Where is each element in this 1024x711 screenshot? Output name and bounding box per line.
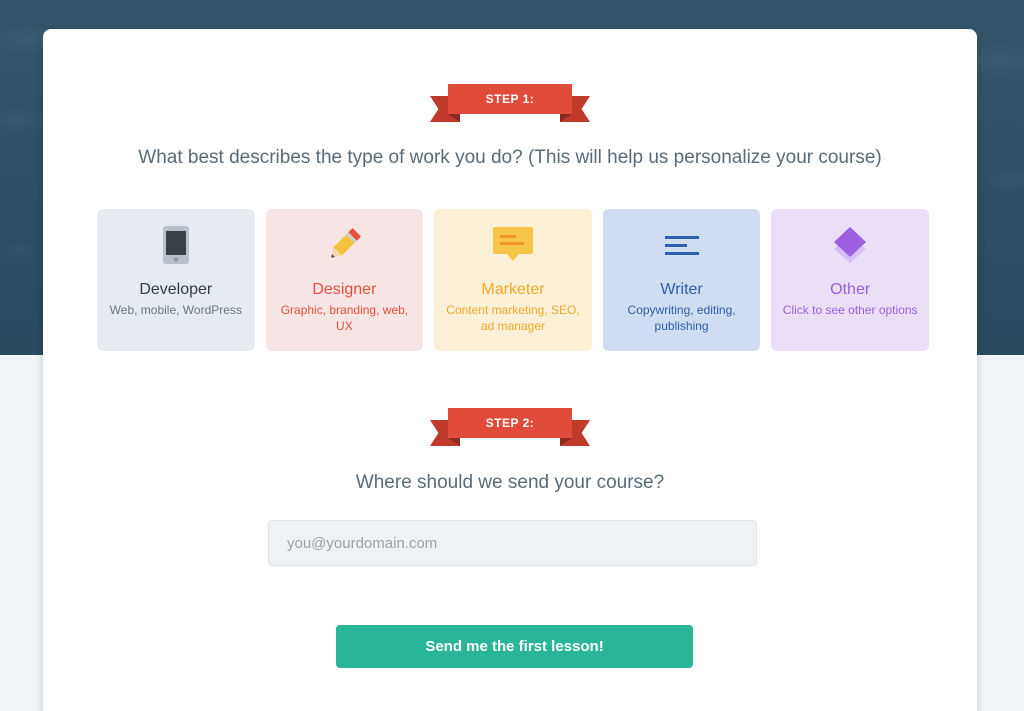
option-developer-desc: Web, mobile, WordPress xyxy=(109,303,242,317)
step2-ribbon: STEP 2: xyxy=(430,408,590,450)
text-lines-icon xyxy=(603,225,761,265)
work-type-options: Developer Web, mobile, WordPress Designe… xyxy=(97,209,929,351)
option-writer-title: Writer xyxy=(660,281,703,298)
option-writer[interactable]: Writer Copywriting, editing, publishing xyxy=(602,209,761,351)
send-lesson-button[interactable]: Send me the first lesson! xyxy=(336,625,693,668)
signup-card: STEP 1: What best describes the type of … xyxy=(43,29,977,711)
option-marketer-title: Marketer xyxy=(481,281,545,298)
option-designer[interactable]: Designer Graphic, branding, web, UX xyxy=(265,209,424,351)
email-input[interactable] xyxy=(268,520,757,566)
option-marketer-desc: Content marketing, SEO, ad manager xyxy=(446,303,580,333)
option-other[interactable]: Other Click to see other options xyxy=(771,209,929,351)
option-designer-title: Designer xyxy=(312,281,377,298)
option-developer[interactable]: Developer Web, mobile, WordPress xyxy=(97,209,255,351)
option-designer-desc: Graphic, branding, web, UX xyxy=(280,303,409,333)
step2-question: Where should we send your course? xyxy=(355,472,665,493)
tablet-icon xyxy=(97,225,255,265)
option-marketer[interactable]: Marketer Content marketing, SEO, ad mana… xyxy=(434,209,592,351)
option-developer-title: Developer xyxy=(139,281,213,298)
step2-label: STEP 2: xyxy=(448,408,572,438)
pencil-icon xyxy=(266,225,424,265)
step1-question: What best describes the type of work you… xyxy=(138,147,882,168)
option-other-desc: Click to see other options xyxy=(782,303,918,317)
speech-bubble-icon xyxy=(434,225,592,265)
layers-icon xyxy=(771,225,929,265)
option-writer-desc: Copywriting, editing, publishing xyxy=(627,303,736,333)
option-other-title: Other xyxy=(830,281,871,298)
step1-ribbon: STEP 1: xyxy=(430,84,590,126)
step1-label: STEP 1: xyxy=(448,84,572,114)
